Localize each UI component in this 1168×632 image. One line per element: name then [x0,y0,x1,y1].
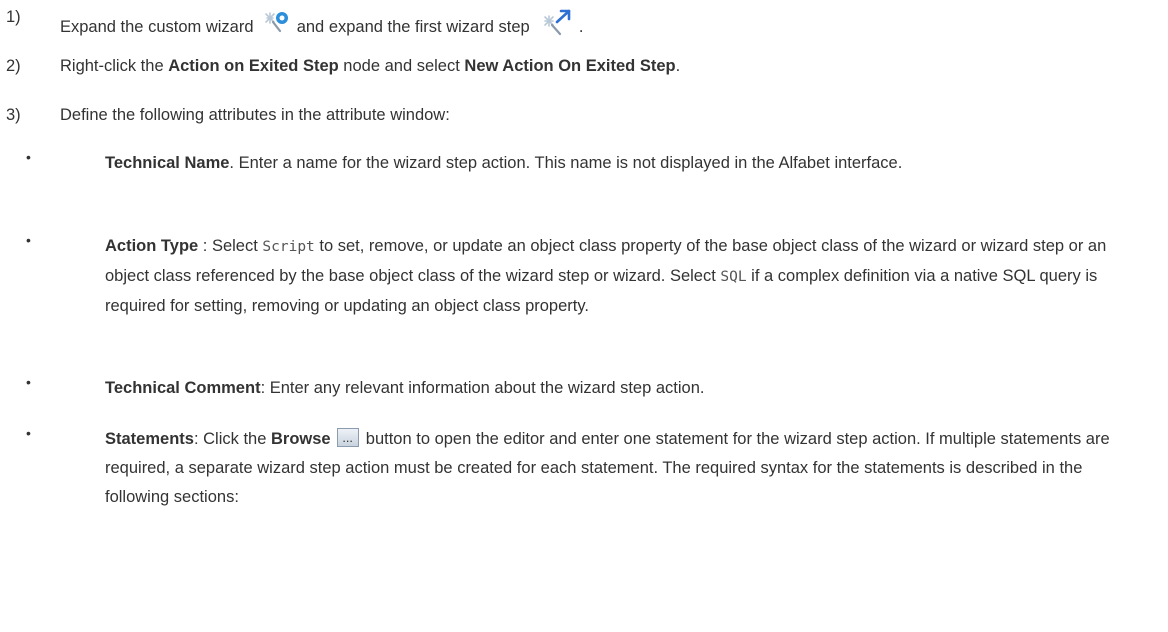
step-text: . [675,57,681,75]
browse-button-icon: ... [337,428,360,447]
step-text: . [578,18,584,36]
step-text: Define the following attributes in the a… [60,106,450,124]
code-value: Script [262,239,315,255]
menu-command: New Action On Exited Step [464,57,676,75]
step-number: 1) [6,8,21,26]
step-text: and expand the first wizard step [296,18,530,36]
node-name: Action on Exited Step [168,57,339,75]
step-text: Expand the custom wizard [60,18,254,36]
browse-button-name: Browse [270,430,331,448]
step-number: 3) [6,106,21,124]
wizard-step-icon [542,8,572,43]
bullet: • [26,149,31,165]
code-value: SQL [720,269,747,285]
attribute-name: Action Type [105,237,199,255]
step-text: Right-click the [60,57,169,75]
attribute-description: : Click the [193,430,271,448]
attribute-description: : Enter any relevant information about t… [260,379,705,397]
bullet: • [26,232,31,248]
bullet: • [26,425,31,441]
custom-wizard-icon [264,10,290,41]
attribute-name: Statements [105,430,194,448]
step-number: 2) [6,57,21,75]
attribute-description: . Enter a name for the wizard step actio… [229,154,903,172]
browse-button-glyph: ... [342,434,354,444]
bullet: • [26,374,31,390]
attribute-name: Technical Name [105,154,230,172]
attribute-name: Technical Comment [105,379,261,397]
step-text: node and select [338,57,465,75]
attribute-description: : Select [198,237,263,255]
